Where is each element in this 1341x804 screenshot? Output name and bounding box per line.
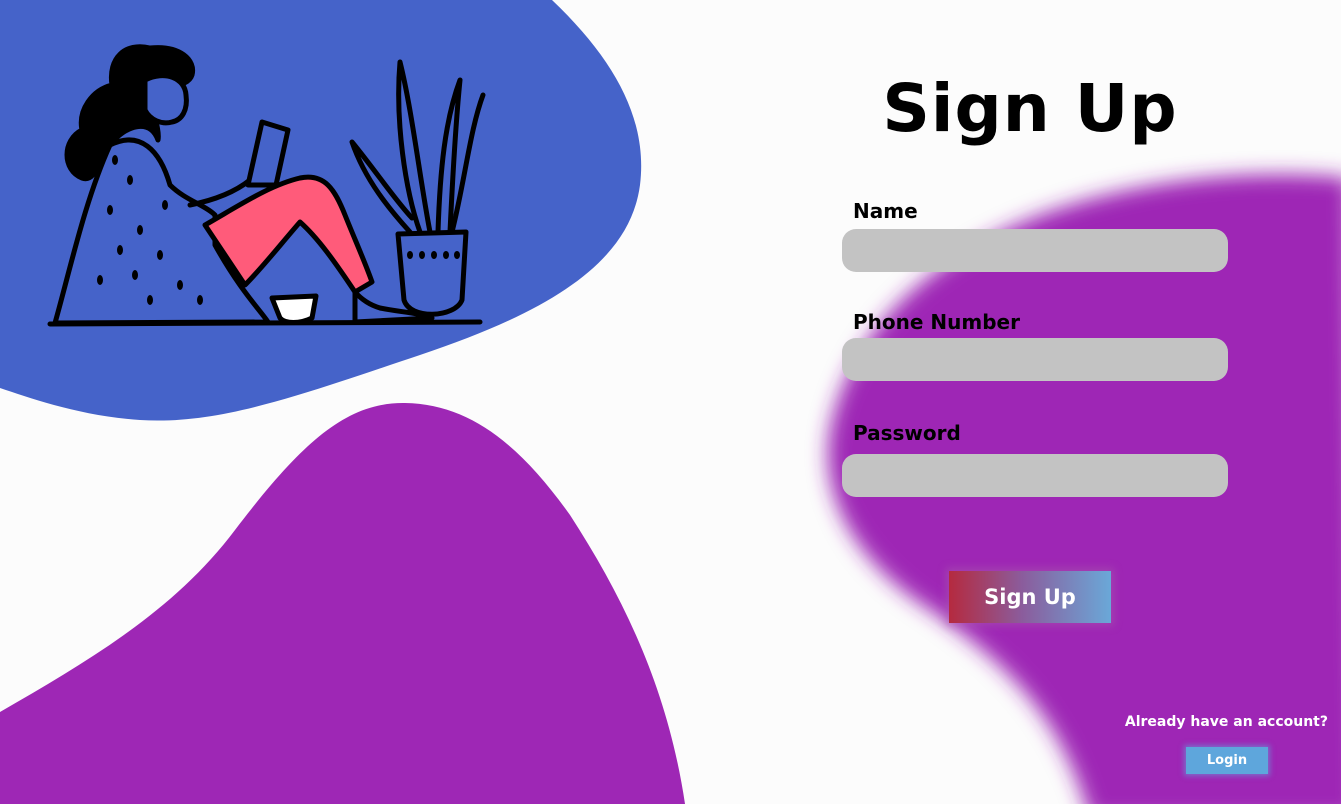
- name-label: Name: [853, 199, 918, 223]
- woman-reading-icon: [47, 44, 486, 327]
- login-button[interactable]: Login: [1186, 747, 1268, 774]
- purple-blob-left: [0, 402, 685, 804]
- sign-up-button[interactable]: Sign Up: [949, 571, 1111, 623]
- page-title: Sign Up: [882, 70, 1178, 147]
- cup: [269, 293, 319, 325]
- phone-number-label: Phone Number: [853, 310, 1020, 334]
- already-have-account-text: Already have an account?: [1124, 714, 1328, 730]
- plant-pot: [395, 229, 469, 317]
- phone-number-field[interactable]: [842, 338, 1228, 381]
- password-field[interactable]: [842, 454, 1228, 497]
- name-field[interactable]: [842, 229, 1228, 272]
- password-label: Password: [853, 421, 961, 445]
- face: [142, 73, 189, 126]
- book: [245, 119, 291, 188]
